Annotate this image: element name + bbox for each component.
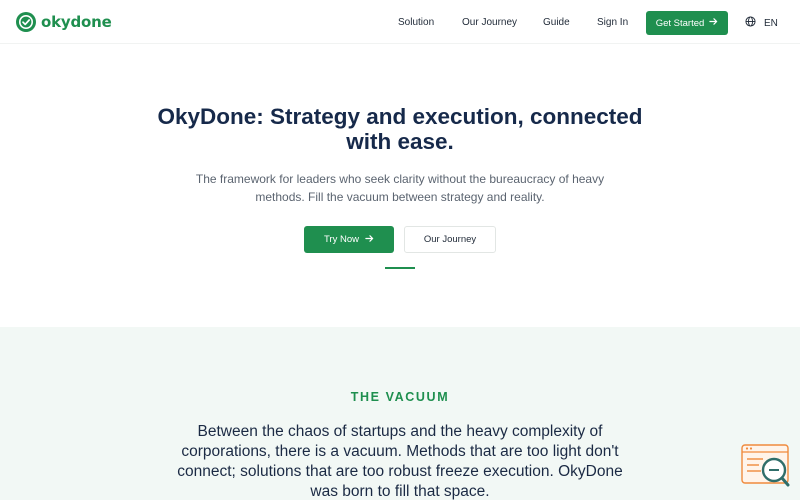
- language-selector[interactable]: EN: [745, 16, 778, 30]
- okydone-logo-icon: [16, 12, 36, 32]
- arrow-right-icon: [709, 17, 718, 29]
- hero-title: OkyDone: Strategy and execution, connect…: [140, 104, 660, 154]
- language-code: EN: [764, 17, 778, 29]
- try-now-label: Try Now: [323, 234, 359, 245]
- vacuum-body-line-3: connect; solutions that are too robust f…: [177, 463, 623, 480]
- hero-divider: [385, 267, 415, 269]
- hero-title-line-1: OkyDone: Strategy and execution, connect…: [157, 104, 643, 129]
- brand-name: okydone: [41, 13, 112, 31]
- hero-subtitle: The framework for leaders who seek clari…: [180, 171, 620, 206]
- vacuum-heading: THE VACUUM: [350, 390, 450, 404]
- get-started-button[interactable]: Get Started: [646, 11, 728, 35]
- nav-solution[interactable]: Solution: [398, 17, 434, 28]
- get-started-label: Get Started: [655, 17, 705, 29]
- try-now-button[interactable]: Try Now: [304, 226, 394, 253]
- hero-title-line-2: with ease.: [346, 129, 454, 154]
- our-journey-button[interactable]: Our Journey: [404, 226, 496, 253]
- hero-subtitle-line-2: methods. Fill the vacuum between strateg…: [255, 189, 545, 204]
- arrow-right-icon: [365, 234, 374, 246]
- globe-icon: [745, 16, 756, 30]
- nav-sign-in[interactable]: Sign In: [597, 17, 628, 28]
- vacuum-body-line-1: Between the chaos of startups and the he…: [197, 423, 603, 440]
- search-chat-widget-icon[interactable]: [741, 444, 791, 488]
- vacuum-body-line-2: corporations, there is a vacuum. Methods…: [181, 443, 619, 460]
- brand-logo[interactable]: okydone: [16, 12, 112, 32]
- hero-subtitle-line-1: The framework for leaders who seek clari…: [195, 172, 605, 186]
- nav-guide[interactable]: Guide: [543, 17, 570, 28]
- vacuum-body: Between the chaos of startups and the he…: [160, 422, 640, 500]
- site-header: okydone Solution Our Journey Guide Sign …: [0, 0, 800, 44]
- vacuum-body-line-4: was born to fill that space.: [310, 483, 490, 500]
- vacuum-section: THE VACUUM Between the chaos of startups…: [0, 327, 800, 500]
- nav-our-journey[interactable]: Our Journey: [462, 17, 517, 28]
